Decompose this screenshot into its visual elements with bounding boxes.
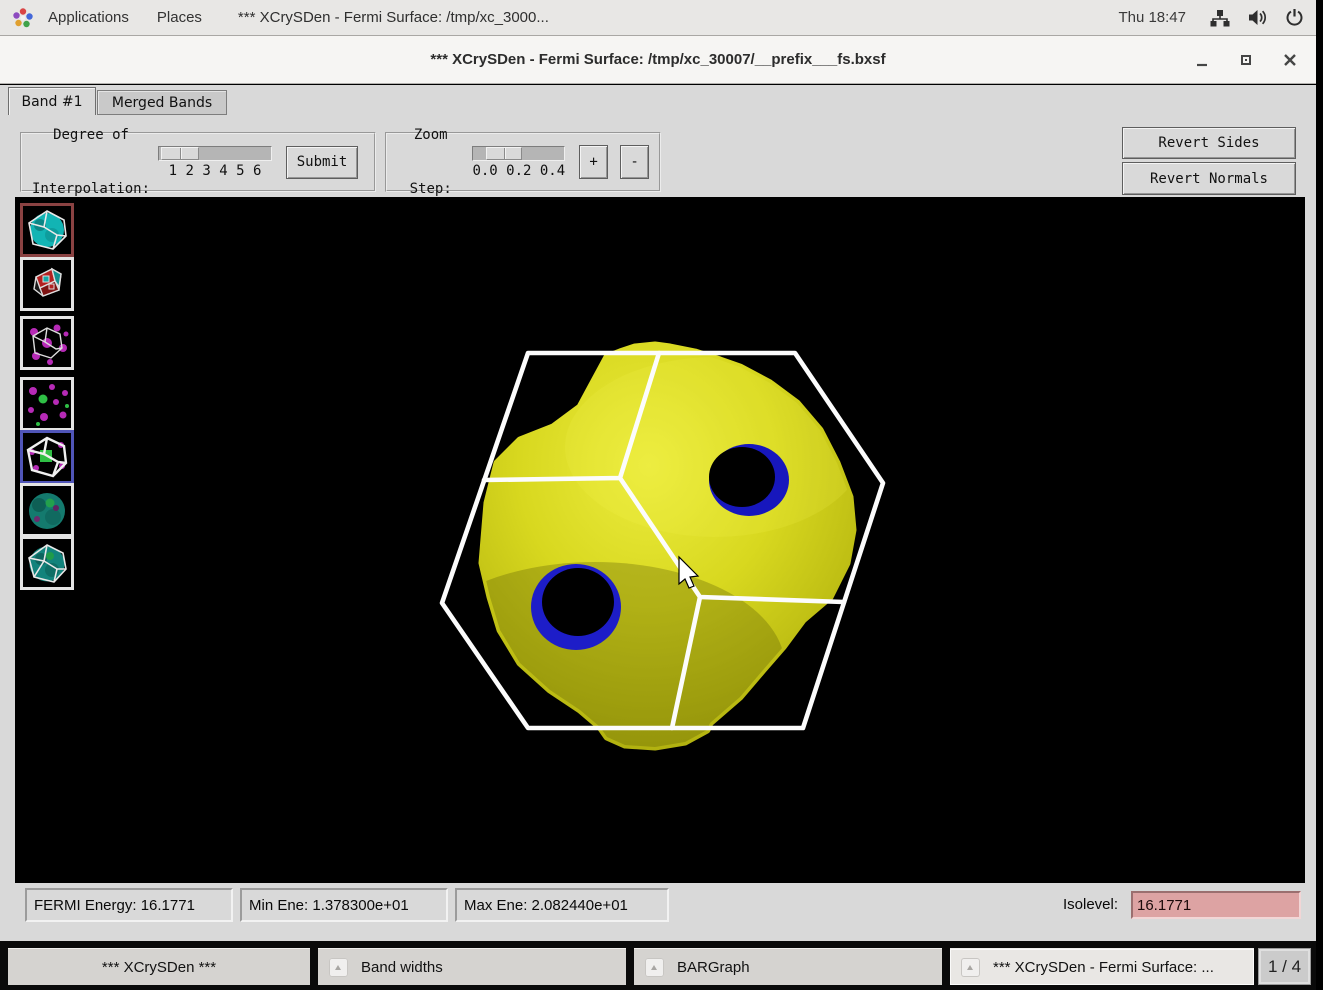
minimize-icon[interactable] bbox=[1194, 52, 1210, 68]
desktop-top-bar: Applications Places *** XCrySDen - Fermi… bbox=[0, 0, 1316, 36]
zoom-label-line2: Step: bbox=[397, 180, 464, 198]
thumb-teal-ball[interactable] bbox=[20, 483, 74, 537]
window-icon bbox=[961, 958, 980, 977]
fermi-energy-status: FERMI Energy: 16.1771 bbox=[25, 888, 233, 922]
submit-button-label: Submit bbox=[297, 154, 348, 170]
zoom-label-line1: Zoom bbox=[397, 126, 464, 144]
volume-icon[interactable] bbox=[1248, 9, 1267, 26]
thumb-wireframe-green-cell[interactable] bbox=[20, 430, 74, 484]
window-icon bbox=[329, 958, 348, 977]
fermi-surface-blob bbox=[405, 345, 865, 772]
surface-hole-upper bbox=[709, 444, 789, 516]
screen: Applications Places *** XCrySDen - Fermi… bbox=[0, 0, 1323, 990]
taskbar-item-bargraph[interactable]: BARGraph bbox=[634, 948, 942, 985]
workspace-pager[interactable]: 1 / 4 bbox=[1258, 948, 1311, 985]
zoom-slider[interactable]: 0.0 0.2 0.4 bbox=[472, 146, 565, 179]
interpolation-slider-trough[interactable] bbox=[158, 146, 272, 161]
taskbar-item-fermi-surface[interactable]: *** XCrySDen - Fermi Surface: ... bbox=[950, 948, 1254, 985]
window-titlebar[interactable]: *** XCrySDen - Fermi Surface: /tmp/xc_30… bbox=[0, 36, 1316, 84]
close-icon[interactable] bbox=[1282, 52, 1298, 68]
min-energy-text: Min Ene: 1.378300e+01 bbox=[249, 897, 409, 914]
clock[interactable]: Thu 18:47 bbox=[1118, 9, 1186, 26]
zoom-slider-handle[interactable] bbox=[486, 147, 522, 160]
xcrysden-window: Band #1 Merged Bands Degree of Interpola… bbox=[0, 85, 1316, 941]
workspace-pager-label: 1 / 4 bbox=[1268, 957, 1301, 977]
revert-normals-label: Revert Normals bbox=[1150, 171, 1268, 187]
interpolation-group: Degree of Interpolation: 1 2 3 4 5 6 Sub… bbox=[20, 132, 376, 192]
taskbar-item-bargraph-label: BARGraph bbox=[677, 959, 750, 976]
fermi-surface-render bbox=[15, 197, 1305, 883]
max-energy-status: Max Ene: 2.082440e+01 bbox=[455, 888, 669, 922]
revert-sides-button[interactable]: Revert Sides bbox=[1122, 127, 1296, 159]
taskbar-item-band-widths-label: Band widths bbox=[361, 959, 443, 976]
interpolation-slider-ticks: 1 2 3 4 5 6 bbox=[158, 163, 272, 179]
submit-button[interactable]: Submit bbox=[286, 146, 358, 179]
zoom-group: Zoom Step: 0.0 0.2 0.4 + - bbox=[385, 132, 661, 192]
window-icon bbox=[645, 958, 664, 977]
taskbar-item-xcrysden-label: *** XCrySDen *** bbox=[102, 959, 216, 976]
revert-sides-label: Revert Sides bbox=[1158, 135, 1259, 151]
menu-places[interactable]: Places bbox=[143, 9, 216, 26]
taskbar: *** XCrySDen *** Band widths BARGraph **… bbox=[0, 941, 1316, 990]
interpolation-label-line1: Degree of bbox=[32, 126, 150, 144]
min-energy-status: Min Ene: 1.378300e+01 bbox=[240, 888, 448, 922]
zoom-slider-trough[interactable] bbox=[472, 146, 565, 161]
zoom-in-button-label: + bbox=[589, 154, 597, 170]
interpolation-label-line2: Interpolation: bbox=[32, 180, 150, 198]
max-energy-text: Max Ene: 2.082440e+01 bbox=[464, 897, 628, 914]
distro-logo-icon[interactable] bbox=[12, 7, 34, 29]
interpolation-slider[interactable]: 1 2 3 4 5 6 bbox=[158, 146, 272, 179]
isolevel-label: Isolevel: bbox=[1063, 896, 1118, 913]
surface-hole-lower bbox=[531, 564, 621, 650]
taskbar-item-fermi-surface-label: *** XCrySDen - Fermi Surface: ... bbox=[993, 959, 1214, 976]
revert-normals-button[interactable]: Revert Normals bbox=[1122, 162, 1296, 195]
thumb-teal-wireframe-ball[interactable] bbox=[20, 536, 74, 590]
taskbar-item-band-widths[interactable]: Band widths bbox=[318, 948, 626, 985]
fermi-energy-text: FERMI Energy: 16.1771 bbox=[34, 897, 195, 914]
thumb-cyan-fermi-wireframe[interactable] bbox=[20, 203, 74, 257]
window-title: *** XCrySDen - Fermi Surface: /tmp/xc_30… bbox=[0, 36, 1316, 83]
isolevel-input[interactable] bbox=[1131, 891, 1301, 919]
power-icon[interactable] bbox=[1285, 8, 1304, 27]
tab-band-1[interactable]: Band #1 bbox=[8, 87, 96, 115]
fermi-surface-canvas[interactable] bbox=[15, 197, 1305, 883]
maximize-icon[interactable] bbox=[1238, 52, 1254, 68]
taskbar-item-xcrysden[interactable]: *** XCrySDen *** bbox=[8, 948, 310, 985]
zoom-out-button-label: - bbox=[630, 154, 638, 170]
thumb-magenta-green-pockets[interactable] bbox=[20, 377, 74, 431]
network-icon[interactable] bbox=[1210, 9, 1230, 27]
interpolation-slider-handle[interactable] bbox=[161, 147, 199, 160]
thumb-magenta-wireframe[interactable] bbox=[20, 316, 74, 370]
topbar-active-window-title[interactable]: *** XCrySDen - Fermi Surface: /tmp/xc_30… bbox=[238, 9, 549, 26]
zoom-slider-ticks: 0.0 0.2 0.4 bbox=[472, 163, 565, 179]
thumb-red-cyan-cube[interactable] bbox=[20, 257, 74, 311]
tab-band-1-label: Band #1 bbox=[21, 94, 82, 110]
menu-applications[interactable]: Applications bbox=[34, 9, 143, 26]
zoom-out-button[interactable]: - bbox=[620, 145, 649, 179]
zoom-in-button[interactable]: + bbox=[579, 145, 608, 179]
